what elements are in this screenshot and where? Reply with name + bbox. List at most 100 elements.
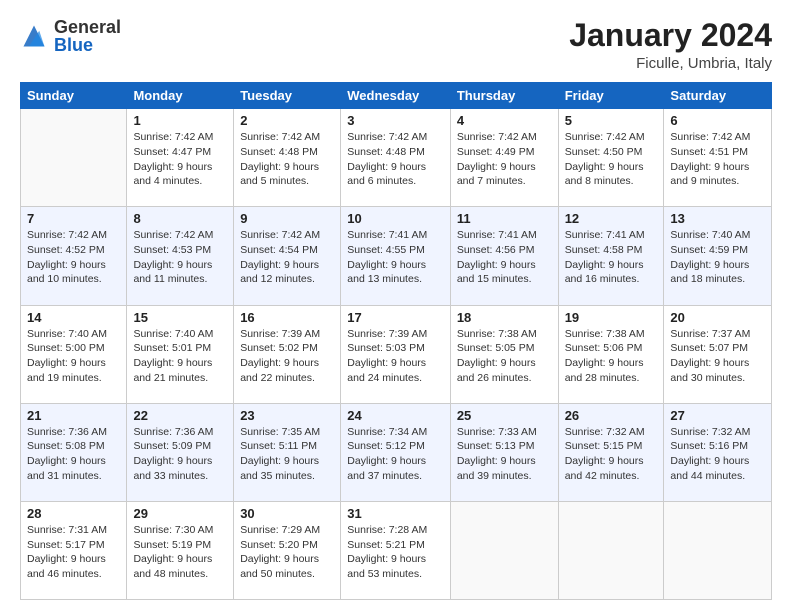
- day-info: Sunrise: 7:40 AMSunset: 5:01 PMDaylight:…: [133, 327, 227, 386]
- calendar-cell: [558, 501, 664, 599]
- weekday-header: Wednesday: [341, 83, 451, 109]
- day-info: Sunrise: 7:30 AMSunset: 5:19 PMDaylight:…: [133, 523, 227, 582]
- day-number: 10: [347, 211, 444, 226]
- calendar-week-row: 28 Sunrise: 7:31 AMSunset: 5:17 PMDayligh…: [21, 501, 772, 599]
- day-number: 5: [565, 113, 658, 128]
- day-number: 19: [565, 310, 658, 325]
- weekday-header: Saturday: [664, 83, 772, 109]
- calendar-cell: [450, 501, 558, 599]
- logo-text: General Blue: [54, 18, 121, 54]
- calendar-week-row: 21Sunrise: 7:36 AMSunset: 5:08 PMDayligh…: [21, 403, 772, 501]
- day-number: 25: [457, 408, 552, 423]
- day-info: Sunrise: 7:42 AMSunset: 4:52 PMDaylight:…: [27, 228, 120, 287]
- calendar-cell: 30Sunrise: 7:29 AMSunset: 5:20 PMDayligh…: [234, 501, 341, 599]
- calendar-cell: 22 Sunrise: 7:36 AMSunset: 5:09 PMDayligh…: [127, 403, 234, 501]
- calendar-cell: 2Sunrise: 7:42 AMSunset: 4:48 PMDaylight…: [234, 109, 341, 207]
- calendar-cell: 23 Sunrise: 7:35 AMSunset: 5:11 PMDayligh…: [234, 403, 341, 501]
- day-number: 30: [240, 506, 334, 521]
- day-info: Sunrise: 7:42 AMSunset: 4:49 PMDaylight:…: [457, 130, 552, 189]
- day-number: 8: [133, 211, 227, 226]
- day-number: 12: [565, 211, 658, 226]
- day-info: Sunrise: 7:35 AMSunset: 5:11 PMDaylight:…: [240, 425, 334, 484]
- day-info: Sunrise: 7:38 AMSunset: 5:05 PMDaylight:…: [457, 327, 552, 386]
- weekday-header: Thursday: [450, 83, 558, 109]
- day-info: Sunrise: 7:38 AMSunset: 5:06 PMDaylight:…: [565, 327, 658, 386]
- calendar-cell: 31Sunrise: 7:28 AMSunset: 5:21 PMDayligh…: [341, 501, 451, 599]
- weekday-header: Monday: [127, 83, 234, 109]
- calendar-cell: 29 Sunrise: 7:30 AMSunset: 5:19 PMDayligh…: [127, 501, 234, 599]
- calendar-cell: 21Sunrise: 7:36 AMSunset: 5:08 PMDayligh…: [21, 403, 127, 501]
- day-number: 1: [133, 113, 227, 128]
- calendar-cell: 1Sunrise: 7:42 AMSunset: 4:47 PMDaylight…: [127, 109, 234, 207]
- day-info: Sunrise: 7:40 AMSunset: 5:00 PMDaylight:…: [27, 327, 120, 386]
- day-number: 20: [670, 310, 765, 325]
- calendar-cell: 25Sunrise: 7:33 AMSunset: 5:13 PMDayligh…: [450, 403, 558, 501]
- calendar-cell: 5 Sunrise: 7:42 AMSunset: 4:50 PMDaylight…: [558, 109, 664, 207]
- calendar-cell: 15 Sunrise: 7:40 AMSunset: 5:01 PMDayligh…: [127, 305, 234, 403]
- day-number: 4: [457, 113, 552, 128]
- calendar-cell: 11Sunrise: 7:41 AMSunset: 4:56 PMDayligh…: [450, 207, 558, 305]
- day-number: 2: [240, 113, 334, 128]
- day-number: 31: [347, 506, 444, 521]
- day-number: 21: [27, 408, 120, 423]
- day-number: 27: [670, 408, 765, 423]
- day-number: 18: [457, 310, 552, 325]
- calendar-cell: 12Sunrise: 7:41 AMSunset: 4:58 PMDayligh…: [558, 207, 664, 305]
- day-number: 29: [133, 506, 227, 521]
- day-number: 26: [565, 408, 658, 423]
- day-number: 16: [240, 310, 334, 325]
- day-number: 28: [27, 506, 120, 521]
- month-title: January 2024: [569, 18, 772, 53]
- day-number: 6: [670, 113, 765, 128]
- calendar-cell: 6 Sunrise: 7:42 AMSunset: 4:51 PMDaylight…: [664, 109, 772, 207]
- day-info: Sunrise: 7:41 AMSunset: 4:55 PMDaylight:…: [347, 228, 444, 287]
- calendar-cell: 16Sunrise: 7:39 AMSunset: 5:02 PMDayligh…: [234, 305, 341, 403]
- calendar-cell: 24 Sunrise: 7:34 AMSunset: 5:12 PMDayligh…: [341, 403, 451, 501]
- calendar-week-row: 7 Sunrise: 7:42 AMSunset: 4:52 PMDaylight…: [21, 207, 772, 305]
- day-number: 3: [347, 113, 444, 128]
- day-info: Sunrise: 7:34 AMSunset: 5:12 PMDaylight:…: [347, 425, 444, 484]
- day-info: Sunrise: 7:42 AMSunset: 4:51 PMDaylight:…: [670, 130, 765, 189]
- day-info: Sunrise: 7:37 AMSunset: 5:07 PMDaylight:…: [670, 327, 765, 386]
- day-number: 17: [347, 310, 444, 325]
- calendar-week-row: 14 Sunrise: 7:40 AMSunset: 5:00 PMDayligh…: [21, 305, 772, 403]
- logo-blue: Blue: [54, 36, 121, 54]
- calendar-cell: 28 Sunrise: 7:31 AMSunset: 5:17 PMDayligh…: [21, 501, 127, 599]
- calendar: SundayMondayTuesdayWednesdayThursdayFrid…: [20, 82, 772, 600]
- weekday-header: Friday: [558, 83, 664, 109]
- calendar-cell: 26Sunrise: 7:32 AMSunset: 5:15 PMDayligh…: [558, 403, 664, 501]
- day-info: Sunrise: 7:42 AMSunset: 4:50 PMDaylight:…: [565, 130, 658, 189]
- calendar-cell: 27 Sunrise: 7:32 AMSunset: 5:16 PMDayligh…: [664, 403, 772, 501]
- day-info: Sunrise: 7:40 AMSunset: 4:59 PMDaylight:…: [670, 228, 765, 287]
- logo: General Blue: [20, 18, 121, 54]
- title-block: January 2024 Ficulle, Umbria, Italy: [569, 18, 772, 72]
- logo-general: General: [54, 18, 121, 36]
- day-number: 9: [240, 211, 334, 226]
- page: General Blue January 2024 Ficulle, Umbri…: [0, 0, 792, 612]
- calendar-cell: 8 Sunrise: 7:42 AMSunset: 4:53 PMDaylight…: [127, 207, 234, 305]
- calendar-cell: 20 Sunrise: 7:37 AMSunset: 5:07 PMDayligh…: [664, 305, 772, 403]
- day-number: 14: [27, 310, 120, 325]
- weekday-header-row: SundayMondayTuesdayWednesdayThursdayFrid…: [21, 83, 772, 109]
- calendar-cell: 18 Sunrise: 7:38 AMSunset: 5:05 PMDayligh…: [450, 305, 558, 403]
- calendar-cell: 14 Sunrise: 7:40 AMSunset: 5:00 PMDayligh…: [21, 305, 127, 403]
- day-number: 22: [133, 408, 227, 423]
- calendar-cell: 4 Sunrise: 7:42 AMSunset: 4:49 PMDaylight…: [450, 109, 558, 207]
- day-number: 23: [240, 408, 334, 423]
- day-info: Sunrise: 7:42 AMSunset: 4:48 PMDaylight:…: [347, 130, 444, 189]
- day-info: Sunrise: 7:42 AMSunset: 4:53 PMDaylight:…: [133, 228, 227, 287]
- day-info: Sunrise: 7:31 AMSunset: 5:17 PMDaylight:…: [27, 523, 120, 582]
- calendar-cell: 19 Sunrise: 7:38 AMSunset: 5:06 PMDayligh…: [558, 305, 664, 403]
- logo-icon: [20, 22, 48, 50]
- day-info: Sunrise: 7:36 AMSunset: 5:09 PMDaylight:…: [133, 425, 227, 484]
- day-number: 15: [133, 310, 227, 325]
- calendar-cell: 17Sunrise: 7:39 AMSunset: 5:03 PMDayligh…: [341, 305, 451, 403]
- calendar-cell: [21, 109, 127, 207]
- day-number: 7: [27, 211, 120, 226]
- day-number: 24: [347, 408, 444, 423]
- day-info: Sunrise: 7:32 AMSunset: 5:16 PMDaylight:…: [670, 425, 765, 484]
- calendar-cell: 3 Sunrise: 7:42 AMSunset: 4:48 PMDaylight…: [341, 109, 451, 207]
- day-number: 11: [457, 211, 552, 226]
- day-number: 13: [670, 211, 765, 226]
- weekday-header: Sunday: [21, 83, 127, 109]
